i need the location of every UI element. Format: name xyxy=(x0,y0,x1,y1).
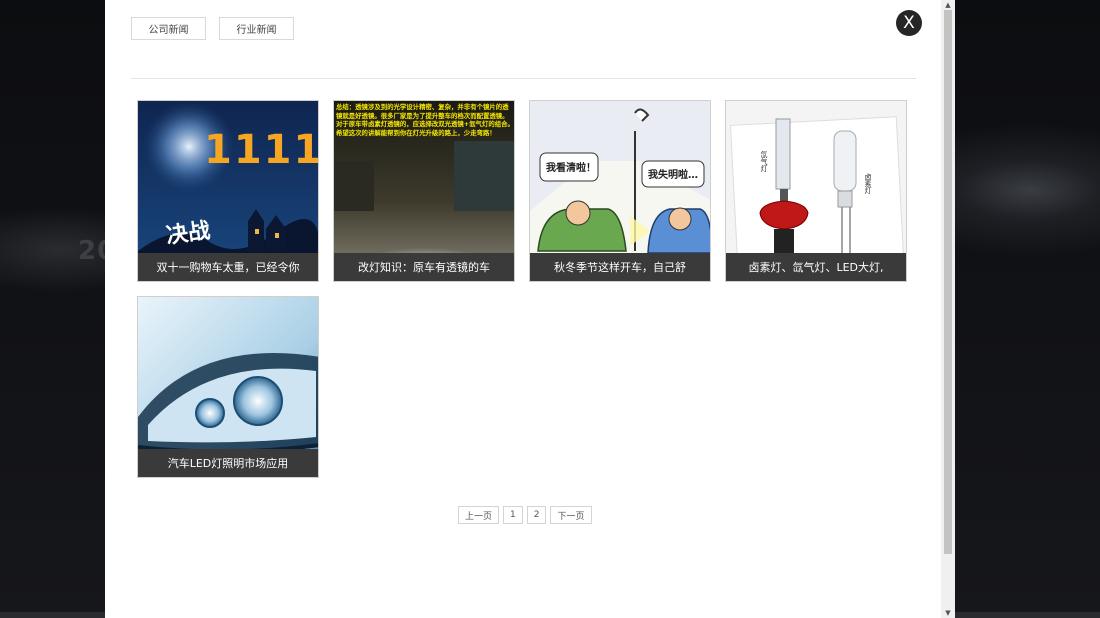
news-card[interactable]: 1111 决战 双十一购物车太重，已经令你 xyxy=(137,100,319,282)
next-page-button[interactable]: 下一页 xyxy=(550,506,592,524)
news-caption: 改灯知识：原车有透镜的车 xyxy=(334,253,514,281)
divider xyxy=(131,78,916,79)
news-category-tabs: 公司新闻 行业新闻 xyxy=(131,17,294,40)
news-card[interactable]: 总结：透镜涉及到的光学设计精密、复杂，并非有个镜片的透镜就是好透镜。很多厂家是为… xyxy=(333,100,515,282)
image-overlay-text: 1111 xyxy=(204,127,319,173)
news-card[interactable]: 汽车LED灯照明市场应用 xyxy=(137,296,319,478)
scroll-up-arrow-icon[interactable]: ▲ xyxy=(941,0,955,10)
news-modal: 公司新闻 行业新闻 X 1111 决战 双十一购物车太重，已经令你 总结：透镜涉… xyxy=(105,0,955,618)
close-button[interactable]: X xyxy=(896,10,922,36)
news-caption: 卤素灯、氙气灯、LED大灯, xyxy=(726,253,906,281)
prev-page-button[interactable]: 上一页 xyxy=(458,506,500,524)
news-card[interactable]: 氙气灯 卤素灯 卤素灯、氙气灯、LED大灯, xyxy=(725,100,907,282)
tab-company-news[interactable]: 公司新闻 xyxy=(131,17,206,40)
page-button-2[interactable]: 2 xyxy=(526,506,547,524)
image-overlay-text: 氙气灯 xyxy=(760,150,768,173)
news-caption: 汽车LED灯照明市场应用 xyxy=(138,449,318,477)
scroll-down-arrow-icon[interactable]: ▼ xyxy=(941,608,955,618)
pagination: 上一页 1 2 下一页 xyxy=(458,506,592,524)
scrollbar-thumb[interactable] xyxy=(944,10,952,554)
image-overlay-text: 我失明啦… xyxy=(648,168,698,181)
scrollbar[interactable]: ▲ ▼ xyxy=(941,0,955,618)
tab-industry-news[interactable]: 行业新闻 xyxy=(219,17,294,40)
image-overlay-text: 卤素灯 xyxy=(864,172,872,195)
image-overlay-text: 总结：透镜涉及到的光学设计精密、复杂，并非有个镜片的透镜就是好透镜。很多厂家是为… xyxy=(336,103,514,137)
news-caption: 双十一购物车太重，已经令你 xyxy=(138,253,318,281)
image-overlay-text: 我看清啦！ xyxy=(546,161,596,174)
news-caption: 秋冬季节这样开车，自己舒 xyxy=(530,253,710,281)
page-button-1[interactable]: 1 xyxy=(503,506,523,524)
news-card[interactable]: 我看清啦！ 我失明啦… 秋冬季节这样开车，自己舒 xyxy=(529,100,711,282)
